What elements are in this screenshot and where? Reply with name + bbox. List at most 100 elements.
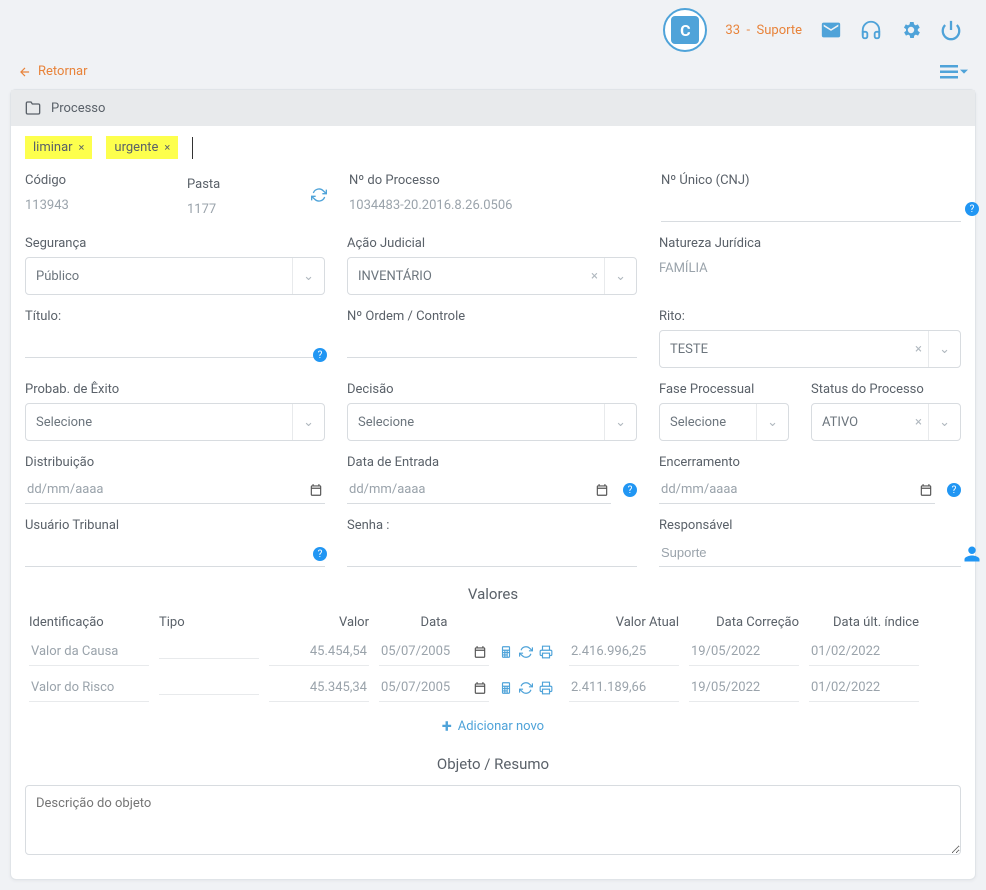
rito-select[interactable]: TESTE × ⌄: [659, 330, 961, 368]
plus-icon: +: [442, 716, 452, 737]
codigo-value: 113943: [25, 194, 165, 218]
tag-label: liminar: [33, 140, 73, 155]
gear-icon[interactable]: [900, 19, 922, 41]
cell-indice: 01/02/2022: [809, 638, 919, 666]
tag-label: urgente: [114, 140, 158, 155]
power-icon[interactable]: [940, 19, 962, 41]
col-data: Data: [379, 615, 489, 630]
valores-header: Identificação Tipo Valor Data Valor Atua…: [25, 615, 961, 630]
nprocesso-label: Nº do Processo: [349, 173, 639, 188]
refresh-icon[interactable]: [519, 645, 533, 659]
chevron-down-icon: ⌄: [756, 404, 778, 440]
exito-label: Probab. de Êxito: [25, 382, 325, 397]
dist-date-input[interactable]: dd/mm/aaaa: [25, 476, 325, 504]
entrada-placeholder: dd/mm/aaaa: [349, 482, 425, 497]
clear-icon[interactable]: ×: [915, 342, 922, 357]
cell-correcao: 19/05/2022: [689, 638, 799, 666]
encerr-date-input[interactable]: dd/mm/aaaa: [659, 476, 935, 504]
exito-select[interactable]: Selecione ⌄: [25, 403, 325, 441]
cell-valor[interactable]: 45.454,54: [269, 638, 369, 666]
processo-card: Processo liminar × urgente × Código 1139…: [10, 89, 976, 880]
add-new-label: Adicionar novo: [458, 719, 544, 734]
mail-icon[interactable]: [820, 19, 842, 41]
acao-select[interactable]: INVENTÁRIO × ⌄: [347, 257, 637, 295]
rito-value: TESTE: [670, 342, 708, 357]
app-logo: C: [663, 8, 707, 52]
col-valor: Valor: [269, 615, 369, 630]
tag-input-cursor[interactable]: [192, 137, 193, 159]
chevron-down-icon: ⌄: [928, 404, 950, 440]
clear-icon[interactable]: ×: [915, 415, 922, 430]
objeto-textarea[interactable]: [25, 785, 961, 855]
user-id: 33: [725, 23, 740, 38]
decisao-select[interactable]: Selecione ⌄: [347, 403, 637, 441]
titulo-input[interactable]: [25, 330, 325, 358]
calendar-icon: [595, 483, 609, 497]
chevron-down-icon: ⌄: [928, 331, 950, 367]
cell-valor[interactable]: 45.345,34: [269, 674, 369, 702]
help-icon[interactable]: ?: [313, 547, 327, 561]
ordem-input[interactable]: [347, 330, 637, 358]
tag-liminar[interactable]: liminar ×: [25, 136, 92, 159]
resp-label: Responsável: [659, 518, 961, 533]
add-new-button[interactable]: + Adicionar novo: [25, 716, 961, 737]
usuario-input[interactable]: [25, 539, 325, 567]
tag-remove-icon[interactable]: ×: [164, 141, 170, 154]
col-ident: Identificação: [29, 615, 149, 630]
natureza-value: FAMÍLIA: [659, 257, 961, 281]
acao-label: Ação Judicial: [347, 236, 637, 251]
col-atual: Valor Atual: [569, 615, 679, 630]
cell-data[interactable]: 05/07/2005: [379, 638, 489, 666]
person-icon[interactable]: [963, 545, 981, 563]
help-icon[interactable]: ?: [947, 483, 961, 497]
calculator-icon[interactable]: [499, 681, 513, 695]
cell-data[interactable]: 05/07/2005: [379, 674, 489, 702]
print-icon[interactable]: [539, 645, 553, 659]
hamburger-menu-icon[interactable]: [940, 65, 968, 79]
headset-icon[interactable]: [860, 19, 882, 41]
cell-tipo[interactable]: [159, 682, 259, 695]
clear-icon[interactable]: ×: [591, 269, 598, 284]
return-link[interactable]: Retornar: [18, 64, 88, 79]
nunico-input[interactable]: [661, 194, 961, 222]
calendar-icon: [473, 681, 487, 695]
pasta-value: 1177: [187, 198, 301, 222]
cell-tipo[interactable]: [159, 646, 259, 659]
decisao-placeholder: Selecione: [358, 415, 414, 430]
cell-ident[interactable]: Valor do Risco: [29, 674, 149, 702]
seguranca-select[interactable]: Público ⌄: [25, 257, 325, 295]
resp-input[interactable]: [659, 539, 961, 567]
tag-remove-icon[interactable]: ×: [79, 141, 85, 154]
cell-ident[interactable]: Valor da Causa: [29, 638, 149, 666]
fase-select[interactable]: Selecione ⌄: [659, 403, 789, 441]
status-select[interactable]: ATIVO × ⌄: [811, 403, 961, 441]
seguranca-value: Público: [36, 269, 79, 284]
col-actions: [499, 615, 559, 630]
row-actions: [499, 645, 559, 659]
entrada-date-input[interactable]: dd/mm/aaaa: [347, 476, 611, 504]
codigo-label: Código: [25, 173, 165, 188]
calendar-icon: [473, 645, 487, 659]
col-tipo: Tipo: [159, 615, 259, 630]
help-icon[interactable]: ?: [313, 348, 327, 362]
senha-input[interactable]: [347, 539, 637, 567]
fase-placeholder: Selecione: [670, 415, 726, 430]
print-icon[interactable]: [539, 681, 553, 695]
status-value: ATIVO: [822, 415, 858, 430]
cell-atual: 2.416.996,25: [569, 638, 679, 666]
senha-label: Senha :: [347, 518, 637, 533]
encerr-placeholder: dd/mm/aaaa: [661, 482, 737, 497]
cell-data-text: 05/07/2005: [381, 680, 450, 695]
card-title: Processo: [51, 101, 105, 116]
refresh-icon[interactable]: [519, 681, 533, 695]
titulo-label: Título:: [25, 309, 325, 324]
col-correcao: Data Correção: [689, 615, 799, 630]
help-icon[interactable]: ?: [965, 202, 979, 216]
return-label: Retornar: [38, 64, 88, 79]
sync-icon[interactable]: [311, 187, 327, 203]
tag-urgente[interactable]: urgente ×: [106, 136, 178, 159]
help-icon[interactable]: ?: [623, 483, 637, 497]
chevron-down-icon: ⌄: [292, 404, 314, 440]
col-indice: Data últ. índice: [809, 615, 919, 630]
calculator-icon[interactable]: [499, 645, 513, 659]
